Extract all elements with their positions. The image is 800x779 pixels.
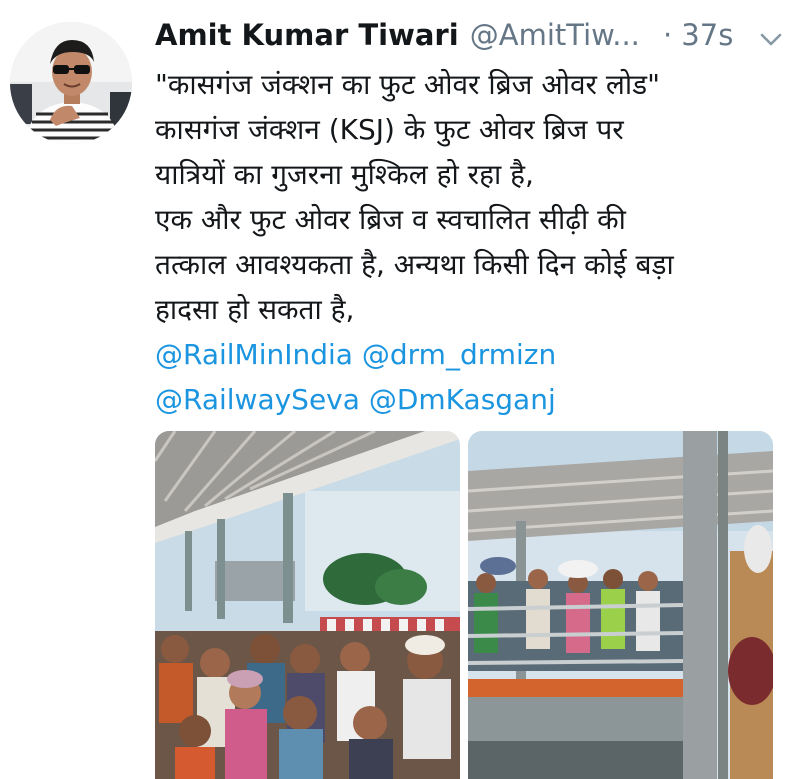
- avatar[interactable]: [10, 22, 132, 144]
- header-separator: ·: [662, 18, 673, 52]
- mention-link[interactable]: @RailMinIndia: [155, 338, 353, 371]
- mention-line: @RailwaySeva @DmKasganj: [155, 377, 785, 422]
- tweet-text: "कासगंज जंक्शन का फुट ओवर ब्रिज ओवर लोड"…: [155, 62, 785, 422]
- tweet-line: "कासगंज जंक्शन का फुट ओवर ब्रिज ओवर लोड": [155, 68, 660, 101]
- tweet-line: एक और फुट ओवर ब्रिज व स्वचालित सीढ़ी की: [155, 203, 626, 236]
- tweet-line: तत्काल आवश्यकता है, अन्यथा किसी दिन कोई …: [155, 248, 674, 281]
- chevron-down-icon[interactable]: [757, 28, 785, 50]
- tweet-timestamp[interactable]: 37s: [681, 18, 733, 52]
- tweet-line: कासगंज जंक्शन (KSJ) के फुट ओवर ब्रिज पर: [155, 113, 624, 146]
- tweet-header: Amit Kumar Tiwari @AmitTiw... · 37s: [155, 18, 785, 62]
- author-name[interactable]: Amit Kumar Tiwari: [155, 18, 459, 52]
- author-handle[interactable]: @AmitTiw...: [470, 18, 640, 52]
- tweet-media: [155, 431, 773, 779]
- mention-line: @RailMinIndia @drm_drmizn: [155, 332, 785, 377]
- tweet-line: यात्रियों का गुजरना मुश्किल हो रहा है,: [155, 158, 534, 191]
- mention-link[interactable]: @RailwaySeva: [155, 383, 360, 416]
- tweet-line: हादसा हो सकता है,: [155, 293, 355, 326]
- media-photo[interactable]: [155, 431, 460, 779]
- avatar-image: [10, 22, 132, 144]
- media-photo[interactable]: [468, 431, 773, 779]
- mention-link[interactable]: @DmKasganj: [369, 383, 556, 416]
- mention-link[interactable]: @drm_drmizn: [362, 338, 556, 371]
